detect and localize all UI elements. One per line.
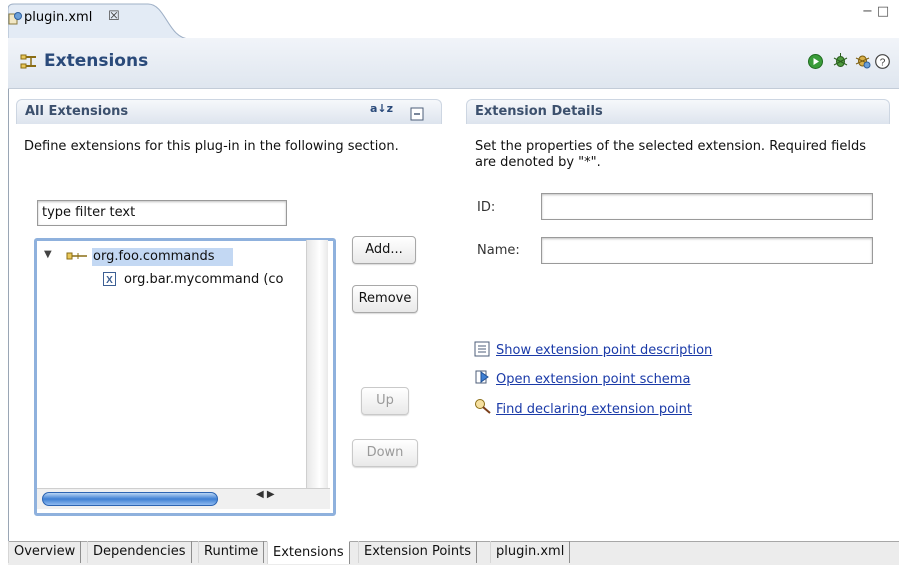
maximize-icon[interactable]: □	[877, 4, 893, 19]
add-button[interactable]: Add...	[352, 236, 416, 264]
window-controls: −□	[862, 4, 893, 19]
extension-node-icon	[66, 252, 87, 260]
tab-runtime[interactable]: Runtime	[198, 541, 265, 563]
help-icon[interactable]: ?	[875, 54, 890, 69]
filter-input-value: type filter text	[42, 205, 136, 220]
collapse-all-icon[interactable]	[410, 107, 424, 121]
name-field[interactable]	[541, 237, 873, 264]
schema-icon	[475, 370, 489, 384]
tab-plugin-xml[interactable]: plugin.xml	[490, 541, 571, 563]
tree-item-extension[interactable]: org.foo.commands	[93, 249, 215, 264]
id-field[interactable]	[541, 193, 873, 220]
find-declaring-link[interactable]: Find declaring extension point	[496, 402, 692, 417]
run-icon[interactable]	[808, 54, 823, 69]
close-icon[interactable]: ☒	[108, 9, 120, 24]
editor-border	[8, 38, 9, 564]
tab-dependencies[interactable]: Dependencies	[87, 541, 192, 563]
extension-details-description: Set the properties of the selected exten…	[475, 139, 867, 170]
tab-overview[interactable]: Overview	[8, 541, 82, 563]
help-glyph: ?	[880, 57, 886, 68]
all-extensions-title: All Extensions	[25, 104, 129, 119]
find-icon	[475, 399, 491, 414]
tree-vertical-scrollbar[interactable]	[306, 240, 328, 488]
horizontal-scroll-thumb[interactable]	[42, 492, 218, 506]
extension-details-title: Extension Details	[475, 104, 603, 119]
extensions-icon	[20, 54, 36, 69]
tab-extension-points[interactable]: Extension Points	[358, 541, 478, 563]
down-button[interactable]: Down	[352, 439, 418, 467]
up-button[interactable]: Up	[361, 387, 409, 415]
tab-extensions[interactable]: Extensions	[267, 541, 350, 564]
minimize-icon[interactable]: −	[862, 4, 877, 19]
plugin-file-icon	[8, 12, 22, 25]
page-title: Extensions	[44, 51, 149, 71]
remove-button[interactable]: Remove	[352, 285, 418, 313]
svg-text:X: X	[106, 275, 113, 286]
debug-icon[interactable]	[832, 52, 849, 69]
tree-expand-icon[interactable]: ▼	[44, 249, 52, 260]
editor-tab-label[interactable]: plugin.xml	[24, 10, 92, 25]
all-extensions-description: Define extensions for this plug-in in th…	[24, 139, 399, 154]
open-schema-link[interactable]: Open extension point schema	[496, 372, 690, 387]
plugin-debug-icon[interactable]	[854, 52, 871, 69]
id-label: ID:	[477, 200, 496, 215]
description-icon	[474, 341, 490, 357]
scroll-arrows[interactable]: ◀ ▶	[256, 489, 275, 500]
tree-item-command[interactable]: org.bar.mycommand (co	[124, 272, 284, 287]
sort-icon[interactable]: a↓z	[370, 102, 393, 115]
name-label: Name:	[477, 243, 520, 258]
show-description-link[interactable]: Show extension point description	[496, 343, 712, 358]
filter-input[interactable]: type filter text	[37, 200, 287, 226]
element-x-icon: X	[103, 272, 116, 286]
